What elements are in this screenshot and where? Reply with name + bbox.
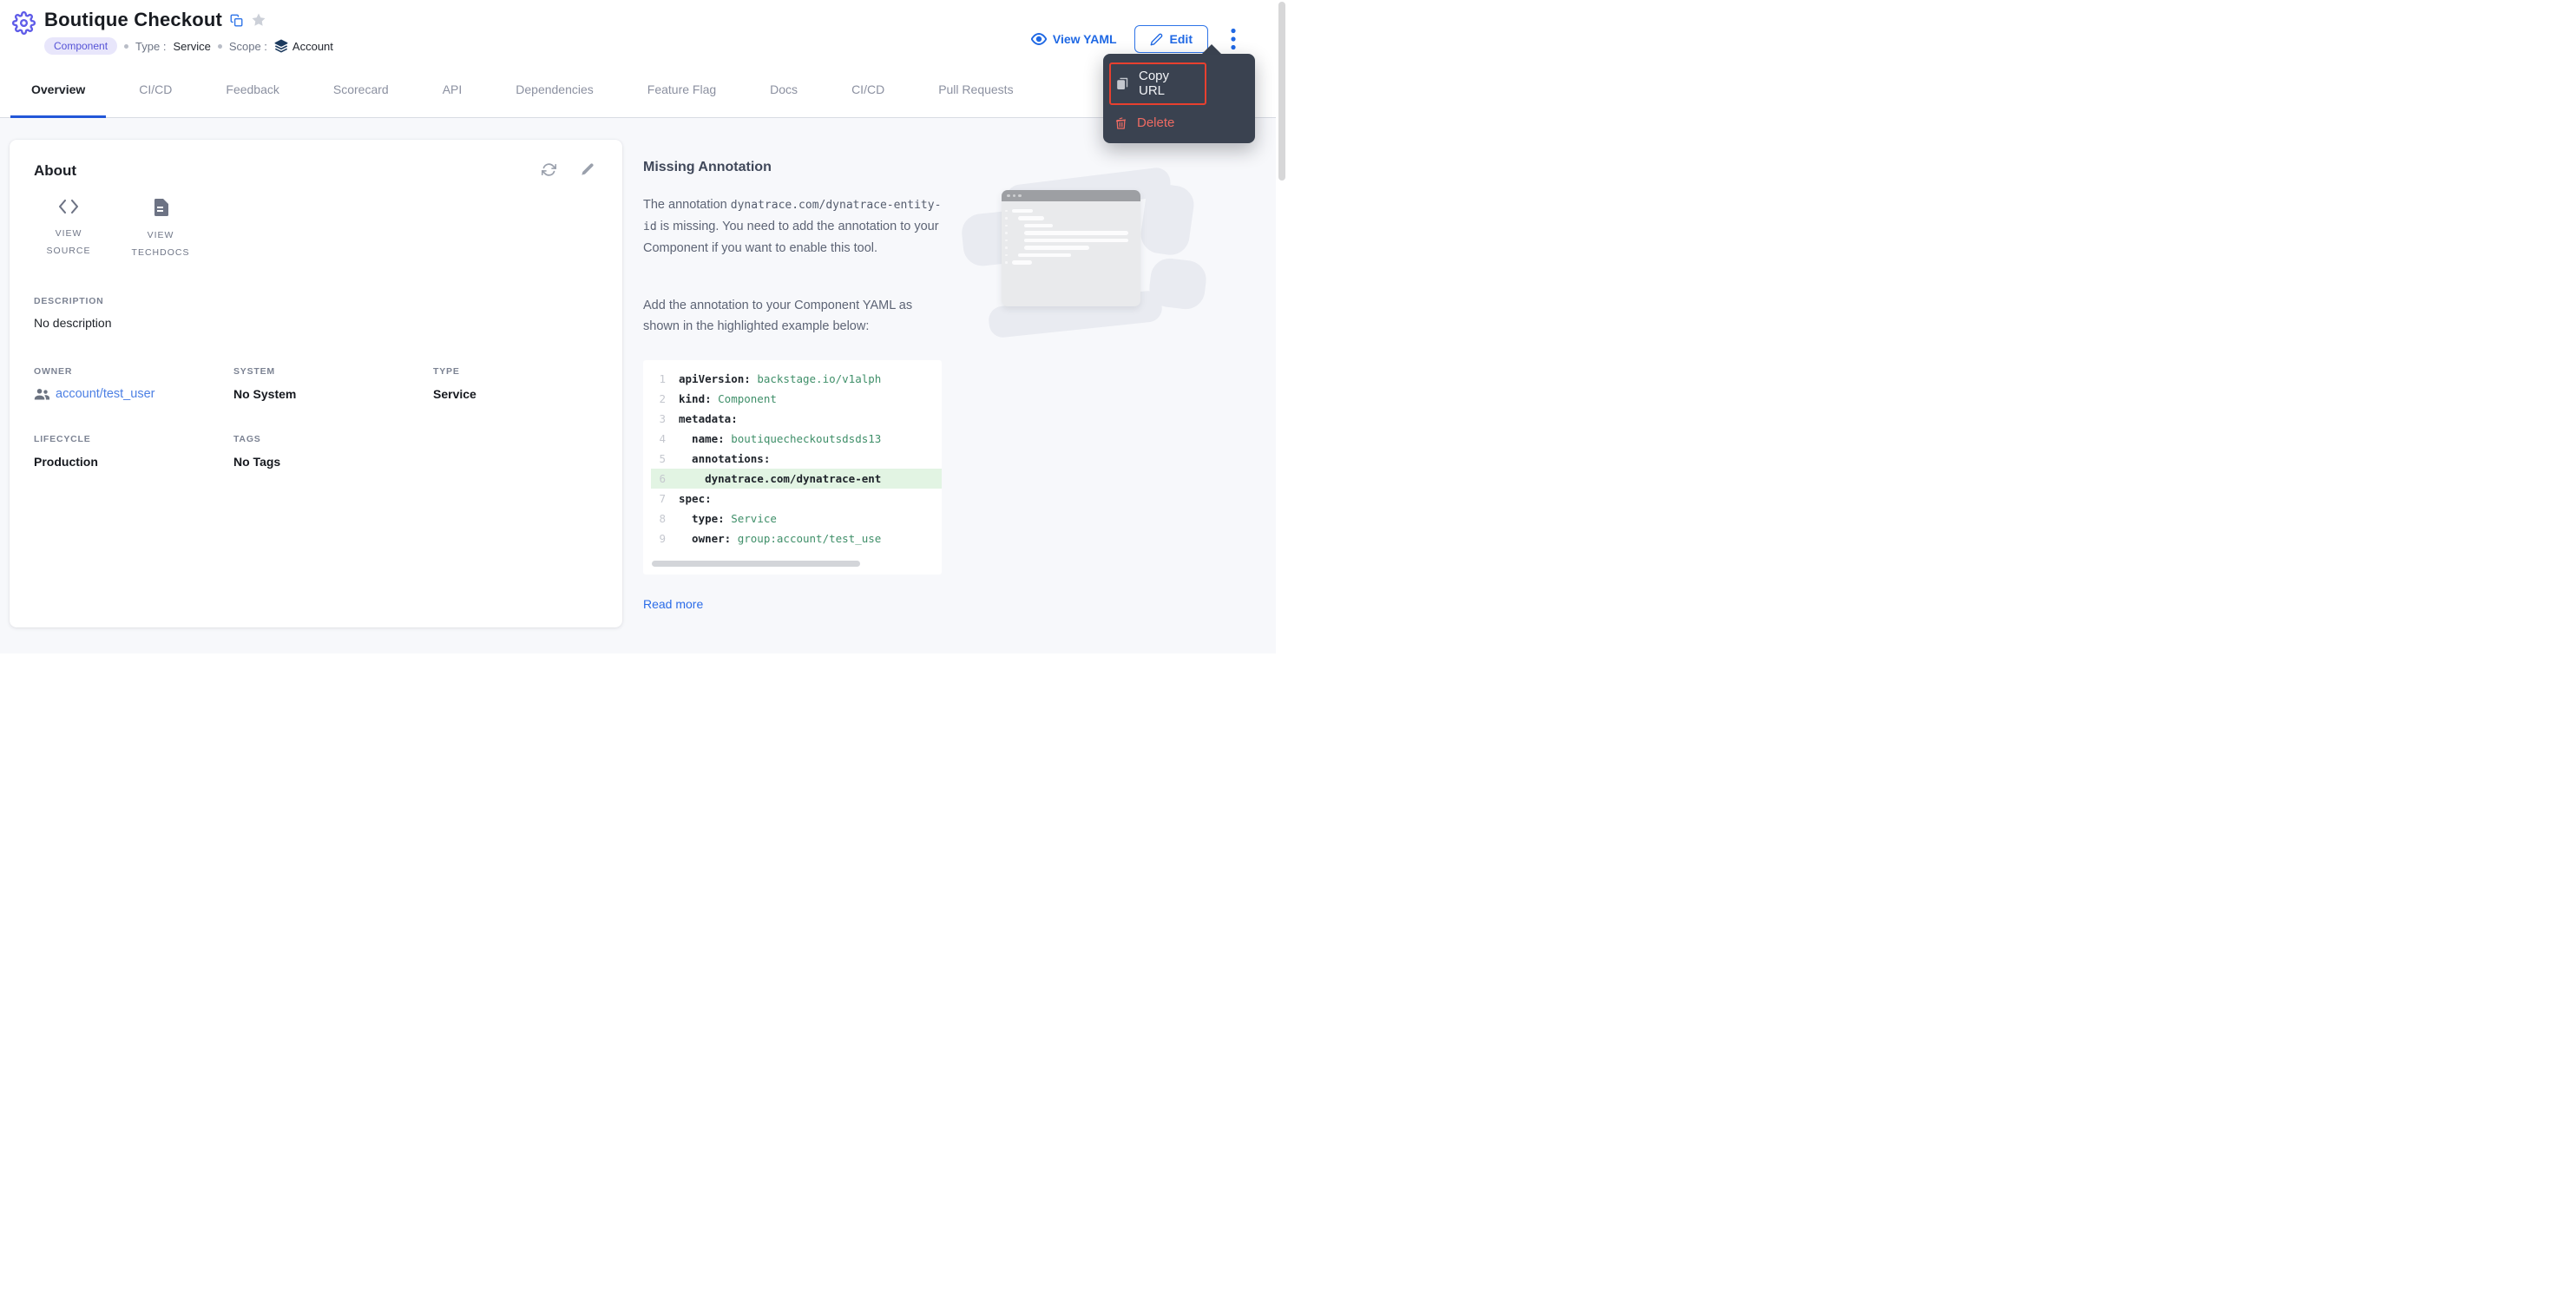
code-horizontal-scrollbar[interactable] (652, 561, 860, 567)
code-line: 5 annotations: (651, 449, 942, 469)
code-line: 8 type: Service (651, 509, 942, 529)
tab-feedback-2[interactable]: Feedback (205, 61, 299, 117)
type-field-label: TYPE (433, 366, 598, 377)
tab-dependencies-5[interactable]: Dependencies (495, 61, 614, 117)
view-source-button[interactable]: VIEW SOURCE (34, 199, 103, 261)
system-label: SYSTEM (233, 366, 433, 377)
owner-value: account/test_user (56, 387, 154, 401)
menu-item-copy-url[interactable]: Copy URL (1114, 66, 1199, 101)
view-yaml-button[interactable]: View YAML (1031, 31, 1117, 47)
browser-window-graphic (1002, 190, 1140, 306)
code-line: 4 name: boutiquecheckoutsdsds13 (651, 429, 942, 449)
tabs: OverviewCI/CDFeedbackScorecardAPIDepende… (0, 61, 1288, 118)
type-value: Service (173, 40, 210, 53)
tab-ci-cd-1[interactable]: CI/CD (118, 61, 193, 117)
code-line: 6 dynatrace.com/dynatrace-ent (651, 469, 942, 489)
type-label: Type : (135, 40, 166, 53)
scope-label: Scope : (229, 40, 267, 53)
copy-url-label: Copy URL (1139, 69, 1198, 98)
tab-overview-0[interactable]: Overview (10, 61, 106, 117)
about-card: About (10, 140, 622, 627)
code-line: 7 spec: (651, 489, 942, 509)
missing-annotation-panel: Missing Annotation The annotation dynatr… (643, 140, 1288, 627)
read-more-link[interactable]: Read more (643, 597, 703, 611)
annotation-paragraph-1: The annotation dynatrace.com/dynatrace-e… (643, 194, 950, 259)
view-techdocs-label: VIEW TECHDOCS (126, 227, 195, 261)
favorite-star-icon[interactable] (251, 12, 266, 28)
code-editor-illustration (973, 180, 1207, 323)
tab-scorecard-3[interactable]: Scorecard (312, 61, 410, 117)
pencil-icon (1150, 33, 1163, 46)
yaml-code-block: 1 apiVersion: backstage.io/v1alph 2 kind… (643, 360, 942, 575)
description-label: DESCRIPTION (34, 296, 598, 306)
edit-about-pencil-icon[interactable] (581, 162, 595, 177)
trash-icon (1114, 116, 1127, 130)
component-gear-icon (12, 11, 36, 35)
more-options-kebab-button[interactable] (1226, 24, 1241, 54)
description-value: No description (34, 316, 598, 330)
meta-separator-dot (124, 44, 128, 49)
view-source-label: VIEW SOURCE (34, 225, 103, 259)
more-options-menu: Copy URL Delete (1103, 54, 1255, 143)
code-lines: 1 apiVersion: backstage.io/v1alph 2 kind… (651, 369, 942, 548)
tags-value: No Tags (233, 455, 433, 469)
code-line: 2 kind: Component (651, 389, 942, 409)
entity-header: Boutique Checkout Component (0, 0, 1288, 61)
scope-value: Account (292, 40, 333, 53)
owner-link[interactable]: account/test_user (34, 387, 233, 401)
annotation-paragraph-2: Add the annotation to your Component YAM… (643, 295, 950, 337)
view-techdocs-button[interactable]: VIEW TECHDOCS (126, 199, 195, 261)
refresh-icon[interactable] (542, 162, 556, 177)
view-yaml-label: View YAML (1053, 32, 1117, 46)
entity-page: Boutique Checkout Component (0, 0, 1288, 654)
tab-pull-requests-9[interactable]: Pull Requests (917, 61, 1034, 117)
page-scrollbar-thumb[interactable] (1278, 2, 1285, 181)
tab-api-4[interactable]: API (422, 61, 483, 117)
page-title: Boutique Checkout (44, 9, 222, 31)
kind-chip[interactable]: Component (44, 37, 117, 55)
copy-name-icon[interactable] (230, 14, 243, 27)
system-value: No System (233, 387, 433, 401)
menu-item-delete[interactable]: Delete (1114, 113, 1245, 133)
code-brackets-icon (58, 199, 79, 214)
document-icon (154, 199, 168, 216)
lifecycle-value: Production (34, 455, 233, 469)
tags-label: TAGS (233, 434, 433, 444)
about-heading: About (34, 162, 76, 180)
tab-feature-flag-6[interactable]: Feature Flag (627, 61, 737, 117)
page-scrollbar-track (1276, 0, 1288, 654)
tab-docs-7[interactable]: Docs (749, 61, 818, 117)
code-line: 3 metadata: (651, 409, 942, 429)
edit-button[interactable]: Edit (1134, 25, 1208, 53)
lifecycle-label: LIFECYCLE (34, 434, 233, 444)
copy-icon (1116, 76, 1129, 90)
layers-icon (274, 39, 288, 53)
meta-separator-dot (218, 44, 222, 49)
delete-label: Delete (1137, 115, 1174, 130)
entity-meta-row: Component Type : Service Scope : (44, 37, 333, 55)
edit-label: Edit (1170, 32, 1193, 46)
tab-ci-cd-8[interactable]: CI/CD (831, 61, 905, 117)
owner-label: OWNER (34, 366, 233, 377)
group-people-icon (34, 388, 49, 400)
code-line: 9 owner: group:account/test_use (651, 529, 942, 548)
missing-annotation-heading: Missing Annotation (643, 160, 1288, 175)
copy-url-highlight-box: Copy URL (1109, 62, 1206, 105)
type-field-value: Service (433, 387, 598, 401)
eye-icon (1031, 31, 1047, 47)
code-line: 1 apiVersion: backstage.io/v1alph (651, 369, 942, 389)
